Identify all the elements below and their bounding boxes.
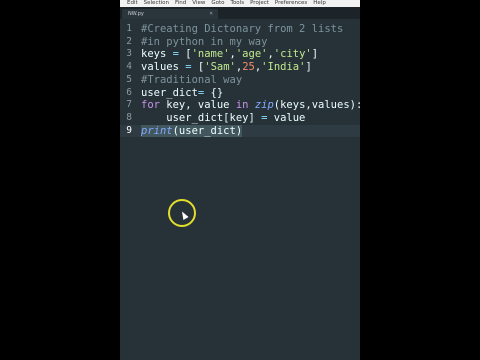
editor-window: Edit Selection Find View Goto Tools Proj… <box>120 0 360 360</box>
code-line[interactable]: user_dict[key] = value <box>141 112 305 125</box>
code-token: 'name' <box>191 48 230 61</box>
code-token: keys <box>141 48 173 61</box>
menu-goto[interactable]: Goto <box>211 0 224 7</box>
code-line[interactable]: user_dict= {} <box>141 87 223 100</box>
code-token: print <box>141 124 173 137</box>
menu-view[interactable]: View <box>192 0 205 7</box>
code-line[interactable]: #in python in my way <box>141 36 267 49</box>
menu-tools[interactable]: Tools <box>231 0 245 7</box>
code-token: 'India' <box>261 61 306 74</box>
menu-selection[interactable]: Selection <box>144 0 169 7</box>
menu-help[interactable]: Help <box>313 0 326 7</box>
code-token: 'Sam' <box>204 61 236 74</box>
menu-bar: Edit Selection Find View Goto Tools Proj… <box>120 0 360 7</box>
code-token: [ <box>191 61 205 74</box>
code-token: 25 <box>242 61 255 74</box>
code-token: 'age' <box>235 48 268 61</box>
tab-bar: NW.py × <box>120 7 360 19</box>
close-icon[interactable]: × <box>209 10 213 17</box>
code-token: values <box>141 61 186 74</box>
menu-find[interactable]: Find <box>175 0 186 7</box>
menu-edit[interactable]: Edit <box>127 0 138 7</box>
line-number: 7 <box>126 99 132 111</box>
code-token: key, value <box>159 99 236 112</box>
code-line[interactable]: #Traditional way <box>141 74 242 87</box>
code-token: #Traditional way <box>141 73 243 86</box>
code-token: ] <box>305 61 312 74</box>
code-token: value <box>267 111 306 124</box>
code-token: zip <box>254 99 274 112</box>
code-token: {} <box>204 86 224 99</box>
code-line[interactable]: print(user_dict) <box>120 124 360 138</box>
menu-project[interactable]: Project <box>250 0 269 7</box>
code-editor[interactable]: #Creating Dictonary from 2 lists 1 #in pyt… <box>120 21 360 360</box>
code-token: 'city' <box>273 48 312 61</box>
line-number: 8 <box>126 111 132 123</box>
code-line[interactable]: values = ['Sam',25,'India'] <box>141 61 312 74</box>
tab-file-label: NW.py <box>128 11 144 17</box>
code-token: (keys,values): <box>273 99 360 112</box>
line-number: 2 <box>126 35 132 47</box>
menu-preferences[interactable]: Preferences <box>275 0 307 7</box>
code-token: user_dict <box>141 86 198 99</box>
tab-file[interactable]: NW.py × <box>122 9 218 19</box>
code-token: [ <box>178 48 192 61</box>
line-number: 1 <box>126 23 132 34</box>
code-token: ] <box>311 48 319 61</box>
code-token: #in python in my way <box>141 35 268 48</box>
line-number: 9 <box>126 124 132 136</box>
code-token: (user_dict) <box>172 124 243 137</box>
line-number: 4 <box>126 61 132 73</box>
code-token: for <box>141 99 160 112</box>
code-line[interactable]: keys = ['name','age','city'] <box>141 48 318 61</box>
code-line[interactable]: #Creating Dictonary from 2 lists <box>141 23 343 36</box>
code-token: user_dict[key] <box>141 111 262 124</box>
code-token: in <box>235 99 249 112</box>
code-token: #Creating Dictonary from 2 lists <box>141 23 344 35</box>
line-number: 5 <box>126 73 132 85</box>
line-number: 6 <box>126 86 132 98</box>
line-number: 3 <box>126 48 132 60</box>
code-line[interactable]: for key, value in zip(keys,values): <box>141 99 360 112</box>
